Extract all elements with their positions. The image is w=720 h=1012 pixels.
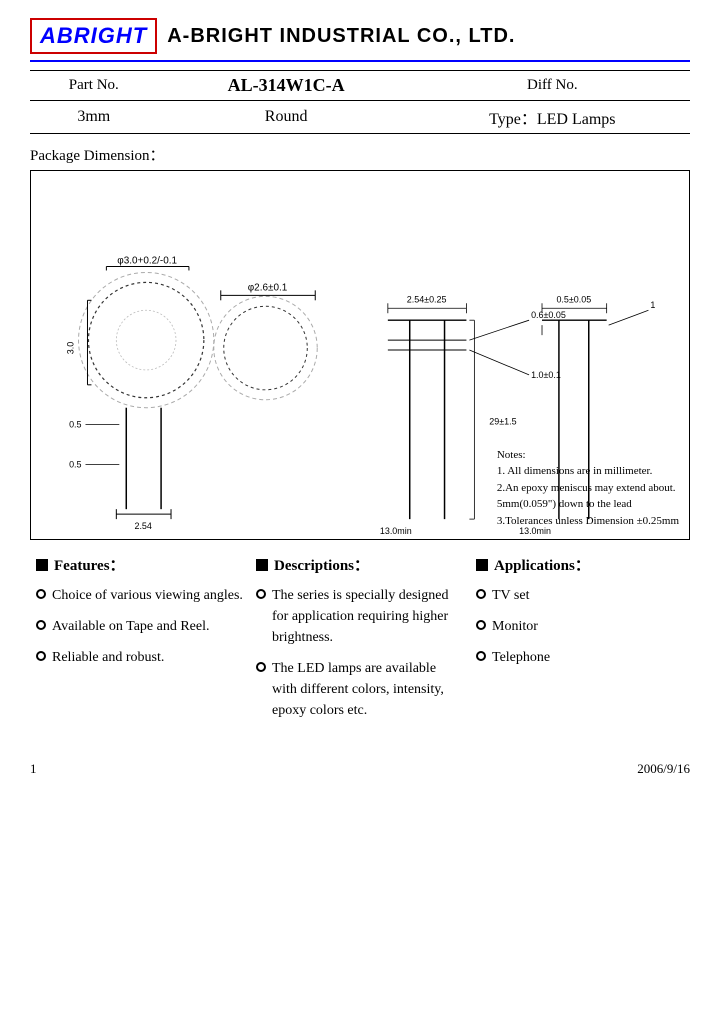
features-header: Features： <box>36 554 244 575</box>
notes-box: Notes: 1. All dimensions are in millimet… <box>497 447 679 530</box>
company-name: A-BRIGHT INDUSTRIAL CO., LTD. <box>167 25 515 48</box>
svg-text:29±1.5: 29±1.5 <box>489 417 516 427</box>
svg-text:3.0: 3.0 <box>66 342 76 354</box>
svg-text:13.0min: 13.0min <box>380 526 412 536</box>
applications-icon <box>476 559 488 571</box>
package-box: φ3.0+0.2/-0.1 3.0 0.5 0.5 2.54 φ2.6±0.1 <box>30 170 690 540</box>
logo-box: ABRIGHT <box>30 18 157 54</box>
diff-no-label: Diff No. <box>415 71 690 101</box>
app-bullet-3 <box>476 651 486 661</box>
size-cell: 3mm <box>30 101 158 134</box>
package-section: Package Dimension： φ3.0+0.2/-0.1 3.0 <box>30 144 690 540</box>
notes-item-2: 2.An epoxy meniscus may extend about. <box>497 480 679 497</box>
notes-item-1: 1. All dimensions are in millimeter. <box>497 463 679 480</box>
notes-item-4: 3.Tolerances unless Dimension ±0.25mm <box>497 513 679 530</box>
features-text-2: Available on Tape and Reel. <box>52 616 210 637</box>
descriptions-item-1: The series is specially designed for app… <box>256 585 464 648</box>
applications-item-2: Monitor <box>476 616 684 637</box>
header-line <box>30 60 690 62</box>
features-item-2: Available on Tape and Reel. <box>36 616 244 637</box>
app-bullet-2 <box>476 620 486 630</box>
applications-text-1: TV set <box>492 585 529 606</box>
logo-bright: BRIGHT <box>57 23 147 48</box>
svg-text:φ2.6±0.1: φ2.6±0.1 <box>248 282 288 293</box>
part-info-table: Part No. AL-314W1C-A Diff No. 3mm Round … <box>30 70 690 134</box>
descriptions-item-2: The LED lamps are available with differe… <box>256 658 464 721</box>
svg-text:1: 1 <box>650 300 655 310</box>
applications-col: Applications： TV set Monitor Telephone <box>470 554 690 731</box>
descriptions-text-2: The LED lamps are available with differe… <box>272 658 464 721</box>
notes-title: Notes: <box>497 447 679 464</box>
bullet-1 <box>36 589 46 599</box>
applications-item-1: TV set <box>476 585 684 606</box>
app-bullet-1 <box>476 589 486 599</box>
applications-header: Applications： <box>476 554 684 575</box>
logo-text: ABRIGHT <box>40 23 147 49</box>
notes-item-3: 5mm(0.059") down to the lead <box>497 496 679 513</box>
bullet-2 <box>36 620 46 630</box>
features-text-3: Reliable and robust. <box>52 647 164 668</box>
features-item-3: Reliable and robust. <box>36 647 244 668</box>
desc-bullet-2 <box>256 662 266 672</box>
type-cell: Type：LED Lamps <box>415 101 690 134</box>
svg-text:2.54: 2.54 <box>134 521 151 531</box>
shape-cell: Round <box>158 101 415 134</box>
svg-text:0.5±0.05: 0.5±0.05 <box>556 294 591 304</box>
logo-a: A <box>40 23 57 48</box>
footer: 1 2006/9/16 <box>30 761 690 777</box>
svg-text:0.5: 0.5 <box>69 420 81 430</box>
part-no-value: AL-314W1C-A <box>158 71 415 101</box>
features-item-1: Choice of various viewing angles. <box>36 585 244 606</box>
descriptions-col: Descriptions： The series is specially de… <box>250 554 470 731</box>
features-icon <box>36 559 48 571</box>
footer-date: 2006/9/16 <box>637 761 690 777</box>
svg-text:0.6±0.05: 0.6±0.05 <box>531 310 566 320</box>
package-dim-label: Package Dimension： <box>30 144 690 165</box>
features-text-1: Choice of various viewing angles. <box>52 585 243 606</box>
applications-text-2: Monitor <box>492 616 538 637</box>
footer-page: 1 <box>30 761 37 777</box>
part-no-label: Part No. <box>30 71 158 101</box>
desc-bullet-1 <box>256 589 266 599</box>
svg-text:2.54±0.25: 2.54±0.25 <box>407 294 447 304</box>
applications-label: Applications： <box>494 554 590 575</box>
header: ABRIGHT A-BRIGHT INDUSTRIAL CO., LTD. <box>30 18 690 54</box>
descriptions-icon <box>256 559 268 571</box>
bullet-3 <box>36 651 46 661</box>
svg-text:0.5: 0.5 <box>69 459 81 469</box>
applications-item-3: Telephone <box>476 647 684 668</box>
svg-text:φ3.0+0.2/-0.1: φ3.0+0.2/-0.1 <box>117 255 177 266</box>
descriptions-label: Descriptions： <box>274 554 369 575</box>
applications-text-3: Telephone <box>492 647 550 668</box>
features-label: Features： <box>54 554 125 575</box>
svg-text:1.0±0.1: 1.0±0.1 <box>531 370 561 380</box>
descriptions-text-1: The series is specially designed for app… <box>272 585 464 648</box>
fda-section: Features： Choice of various viewing angl… <box>30 554 690 731</box>
features-col: Features： Choice of various viewing angl… <box>30 554 250 731</box>
descriptions-header: Descriptions： <box>256 554 464 575</box>
